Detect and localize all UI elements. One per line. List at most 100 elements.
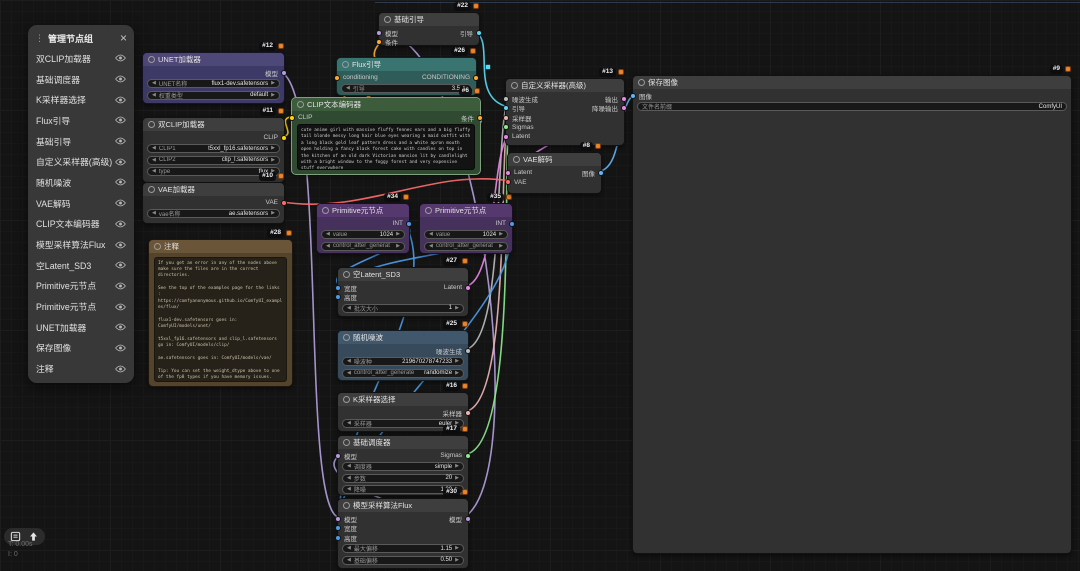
output-dot[interactable] bbox=[465, 284, 471, 291]
node-sampler_adv[interactable]: #13 自定义采样器(高级) 噪波生成 引导 采样器 Sigmas Latent 输出 降噪输出 bbox=[503, 68, 627, 146]
widget-文件名前缀[interactable]: 文件名前缀 ComfyUI bbox=[637, 102, 1067, 111]
input-dot[interactable] bbox=[289, 114, 295, 121]
widget-value[interactable]: ◀ value 1024 ▶ bbox=[321, 230, 405, 239]
visibility-eye-icon[interactable] bbox=[115, 116, 126, 124]
node-header[interactable]: 模型采样算法Flux bbox=[338, 499, 468, 512]
step-right-icon[interactable]: ▶ bbox=[455, 475, 459, 481]
widget-UNET名称[interactable]: ◀ UNET名称 flux1-dev.safetensors ▶ bbox=[147, 79, 280, 88]
collapse-dot-icon[interactable] bbox=[148, 186, 155, 193]
widget-control_after_generate[interactable]: ◀ control_after_generate ▶ bbox=[424, 241, 508, 251]
visibility-eye-icon[interactable] bbox=[115, 75, 126, 83]
visibility-eye-icon[interactable] bbox=[115, 54, 126, 62]
output-dot[interactable] bbox=[621, 105, 627, 111]
node-vae_decode[interactable]: #8 VAE解码 Latent VAE 图像 bbox=[505, 142, 604, 194]
group-item-2[interactable]: 基础调度器 bbox=[28, 69, 134, 90]
input-dot[interactable] bbox=[335, 525, 341, 531]
step-right-icon[interactable]: ▶ bbox=[455, 464, 459, 469]
output-port-VAE[interactable]: VAE bbox=[265, 198, 287, 207]
step-left-icon[interactable]: ◀ bbox=[347, 487, 351, 492]
input-port-模型[interactable]: 模型 bbox=[335, 514, 357, 524]
input-dot[interactable] bbox=[503, 133, 509, 140]
input-port-噪波生成[interactable]: 噪波生成 bbox=[503, 94, 538, 104]
node-basic_scheduler[interactable]: #17基础调度器模型Sigmas◀调度器simple▶◀步数20▶◀降噪1.00… bbox=[335, 425, 471, 496]
input-dot[interactable] bbox=[335, 284, 341, 291]
group-item-5[interactable]: 基础引导 bbox=[28, 131, 134, 152]
input-port-宽度[interactable]: 宽度 bbox=[335, 524, 357, 533]
node-header[interactable]: 空Latent_SD3 bbox=[338, 268, 468, 281]
input-port-Latent[interactable]: Latent bbox=[503, 132, 530, 141]
output-port-降噪输出[interactable]: 降噪输出 bbox=[592, 104, 627, 113]
step-right-icon[interactable]: ▶ bbox=[271, 81, 275, 86]
collapse-dot-icon[interactable] bbox=[343, 396, 350, 403]
visibility-eye-icon[interactable] bbox=[115, 241, 126, 249]
visibility-eye-icon[interactable] bbox=[115, 261, 126, 269]
visibility-eye-icon[interactable] bbox=[115, 282, 126, 290]
step-left-icon[interactable]: ◀ bbox=[347, 370, 351, 376]
visibility-eye-icon[interactable] bbox=[115, 137, 126, 145]
link-reroute-dot[interactable] bbox=[485, 64, 491, 70]
group-item-12[interactable]: Primitive元节点 bbox=[28, 276, 134, 297]
output-port-CONDITIONING[interactable]: CONDITIONING bbox=[422, 73, 479, 82]
widget-批次大小[interactable]: ◀ 批次大小 1 ▶ bbox=[342, 303, 464, 313]
output-dot[interactable] bbox=[621, 95, 627, 102]
node-header[interactable]: Primitive元节点 bbox=[317, 204, 409, 217]
visibility-eye-icon[interactable] bbox=[115, 158, 126, 166]
visibility-eye-icon[interactable] bbox=[115, 344, 126, 352]
node-header[interactable]: VAE加载器 bbox=[143, 183, 284, 196]
collapse-dot-icon[interactable] bbox=[638, 79, 645, 86]
node-header[interactable]: Flux引导 bbox=[337, 58, 476, 71]
collapse-dot-icon[interactable] bbox=[343, 271, 350, 278]
step-right-icon[interactable]: ▶ bbox=[396, 243, 400, 249]
node-header[interactable]: CLIP文本编码器 bbox=[292, 98, 480, 111]
step-right-icon[interactable]: ▶ bbox=[271, 157, 275, 163]
input-port-Latent[interactable]: Latent bbox=[505, 168, 532, 177]
output-dot[interactable] bbox=[281, 69, 287, 76]
step-right-icon[interactable]: ▶ bbox=[455, 557, 459, 563]
input-dot[interactable] bbox=[335, 515, 341, 522]
input-dot[interactable] bbox=[376, 39, 382, 45]
input-dot[interactable] bbox=[503, 114, 509, 121]
step-left-icon[interactable]: ◀ bbox=[152, 146, 156, 151]
collapse-dot-icon[interactable] bbox=[384, 16, 391, 23]
output-dot[interactable] bbox=[509, 220, 515, 227]
collapse-dot-icon[interactable] bbox=[342, 61, 349, 68]
input-port-条件[interactable]: 条件 bbox=[376, 38, 398, 47]
input-port-模型[interactable]: 模型 bbox=[376, 28, 398, 38]
input-port-采样器[interactable]: 采样器 bbox=[503, 113, 532, 123]
node-header[interactable]: 基础引导 bbox=[379, 13, 479, 26]
visibility-eye-icon[interactable] bbox=[115, 96, 126, 104]
widget-CLIP2[interactable]: ◀ CLIP2 clip_l.safetensors ▶ bbox=[147, 155, 280, 165]
node-header[interactable]: VAE解码 bbox=[508, 153, 601, 166]
output-port-Sigmas[interactable]: Sigmas bbox=[440, 451, 471, 460]
collapse-dot-icon[interactable] bbox=[297, 101, 304, 108]
step-left-icon[interactable]: ◀ bbox=[152, 92, 156, 98]
widget-value[interactable]: ◀ value 1024 ▶ bbox=[424, 230, 508, 239]
node-flux_guidance[interactable]: #26 Flux引导 conditioning CONDITIONING ◀引导3.5▶ bbox=[334, 47, 479, 96]
step-left-icon[interactable]: ◀ bbox=[346, 86, 350, 91]
group-item-15[interactable]: 保存图像 bbox=[28, 338, 134, 359]
step-right-icon[interactable]: ▶ bbox=[455, 359, 459, 364]
group-item-13[interactable]: Primitive元节点 bbox=[28, 296, 134, 317]
input-port-conditioning[interactable]: conditioning bbox=[334, 73, 378, 82]
step-left-icon[interactable]: ◀ bbox=[429, 243, 433, 249]
widget-最大偏移[interactable]: ◀ 最大偏移 1.15 ▶ bbox=[342, 544, 464, 553]
output-dot[interactable] bbox=[465, 515, 471, 522]
node-vae_loader[interactable]: #10 VAE加载器 VAE ◀ vae名称 ae.safetensors ▶ bbox=[142, 172, 287, 224]
output-port-图像[interactable]: 图像 bbox=[582, 168, 604, 178]
step-left-icon[interactable]: ◀ bbox=[347, 557, 351, 563]
collapse-dot-icon[interactable] bbox=[513, 156, 520, 163]
step-left-icon[interactable]: ◀ bbox=[347, 421, 351, 426]
input-port-模型[interactable]: 模型 bbox=[335, 451, 357, 461]
visibility-eye-icon[interactable] bbox=[115, 220, 126, 228]
step-left-icon[interactable]: ◀ bbox=[326, 232, 330, 237]
input-dot[interactable] bbox=[503, 95, 509, 102]
node-unet[interactable]: #12 UNET加载器 模型 ◀ UNET名称 flux1-dev.safetensors… bbox=[142, 42, 287, 104]
widget-CLIP1[interactable]: ◀ CLIP1 t5xxl_fp16.safetensors ▶ bbox=[147, 144, 280, 153]
node-prim_w[interactable]: #34 Primitive元节点 INT ◀ value 1024 ▶ ◀ control_af… bbox=[316, 193, 412, 254]
output-port-Latent[interactable]: Latent bbox=[444, 283, 471, 292]
output-dot[interactable] bbox=[465, 452, 471, 459]
step-right-icon[interactable]: ▶ bbox=[271, 92, 275, 98]
node-header[interactable]: 自定义采样器(高级) bbox=[506, 79, 624, 92]
output-port-INT[interactable]: INT bbox=[496, 219, 515, 228]
group-item-1[interactable]: 双CLIP加载器 bbox=[28, 48, 134, 69]
